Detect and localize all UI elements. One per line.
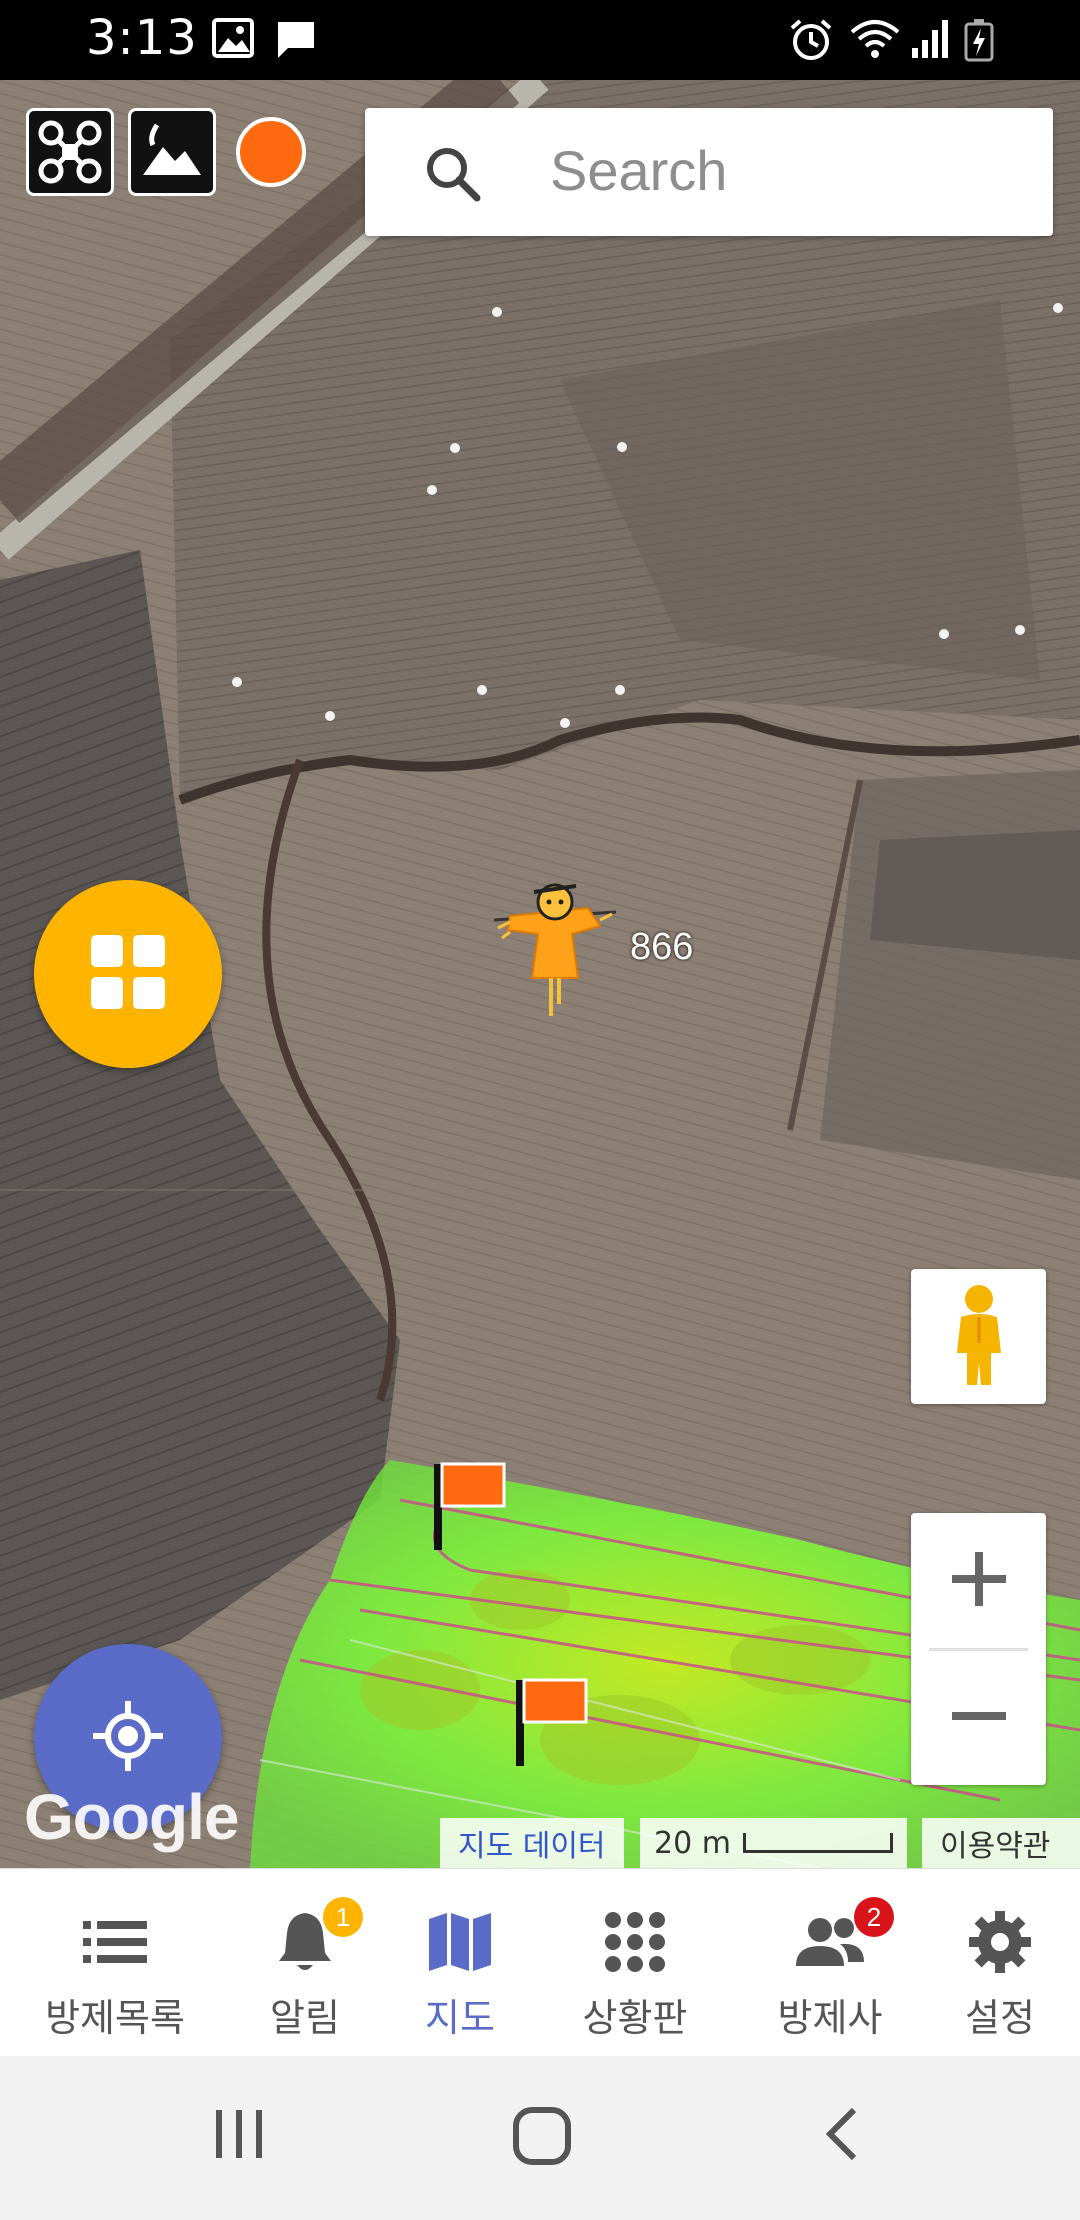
record-status-dot[interactable]	[236, 117, 306, 187]
scale-label: 20 m	[654, 1825, 731, 1861]
nav-label: 방제사	[777, 1996, 883, 2040]
battery-charging-icon	[964, 18, 994, 66]
system-navigation-bar	[0, 2056, 1080, 2220]
nav-item-map[interactable]: 지도	[400, 1869, 520, 2057]
nav-label: 상황판	[582, 1996, 688, 2040]
nav-label: 설정	[965, 1996, 1035, 2040]
list-icon	[83, 1907, 147, 1977]
menu-grid-button[interactable]	[34, 880, 222, 1068]
gear-icon	[967, 1907, 1033, 1977]
operators-badge: 2	[854, 1897, 894, 1937]
nav-item-operators[interactable]: 2 방제사	[750, 1869, 910, 2057]
zoom-in-button[interactable]	[911, 1513, 1046, 1648]
flag-marker[interactable]	[514, 1678, 588, 1772]
wifi-icon	[848, 18, 902, 64]
alarm-icon	[788, 18, 834, 66]
dots-grid-icon	[604, 1907, 666, 1977]
map-data-link[interactable]: 지도 데이터	[440, 1818, 624, 1868]
message-icon	[274, 18, 318, 64]
plus-icon	[948, 1548, 1010, 1614]
drone-icon[interactable]	[26, 108, 114, 196]
terrain-icon[interactable]	[128, 108, 216, 196]
top-icon-row	[26, 108, 306, 196]
bottom-navigation: 방제목록 1 알림 지도 상황판 2 방제사 설정	[0, 1868, 1080, 2056]
status-time: 3:13	[86, 10, 198, 66]
scarecrow-marker[interactable]	[488, 878, 622, 1022]
scale-line	[742, 1833, 893, 1853]
nav-item-dashboard[interactable]: 상황판	[560, 1869, 710, 2057]
satellite-map[interactable]: Search 866 Google 지도 데이터 20 m 이용약관	[0, 80, 1080, 1868]
zoom-control	[911, 1513, 1046, 1785]
scale-bar: 20 m	[640, 1818, 907, 1868]
map-icon	[427, 1907, 493, 1977]
street-view-button[interactable]	[911, 1269, 1046, 1404]
google-logo: Google	[24, 1781, 239, 1853]
zoom-out-button[interactable]	[911, 1650, 1046, 1785]
bell-icon: 1	[275, 1897, 363, 1977]
nav-item-settings[interactable]: 설정	[940, 1869, 1060, 2057]
search-placeholder: Search	[550, 139, 728, 202]
grid-icon	[91, 935, 165, 1013]
nav-label: 알림	[270, 1996, 340, 2040]
marker-label: 866	[630, 926, 694, 968]
terms-link[interactable]: 이용약관	[922, 1818, 1080, 1868]
crosshair-icon	[91, 1699, 165, 1777]
back-button[interactable]	[822, 2106, 862, 2166]
flag-marker[interactable]	[432, 1462, 506, 1556]
status-bar: 3:13	[0, 0, 1080, 80]
pegman-icon	[949, 1283, 1009, 1391]
app-root: 3:13 Search 866 Google 지도 데이터 20 m 이용약관 …	[0, 0, 1080, 2220]
minus-icon	[948, 1685, 1010, 1751]
image-icon	[212, 18, 254, 62]
recent-apps-button[interactable]	[212, 2106, 268, 2166]
home-button[interactable]	[512, 2106, 572, 2170]
search-box[interactable]: Search	[365, 108, 1053, 236]
search-icon	[423, 144, 483, 208]
signal-icon	[910, 18, 950, 64]
alert-badge: 1	[323, 1897, 363, 1937]
people-icon: 2	[794, 1897, 894, 1977]
nav-item-list[interactable]: 방제목록	[20, 1869, 210, 2057]
nav-item-alerts[interactable]: 1 알림	[230, 1869, 380, 2057]
nav-label: 지도	[425, 1996, 495, 2040]
nav-label: 방제목록	[45, 1996, 185, 2040]
